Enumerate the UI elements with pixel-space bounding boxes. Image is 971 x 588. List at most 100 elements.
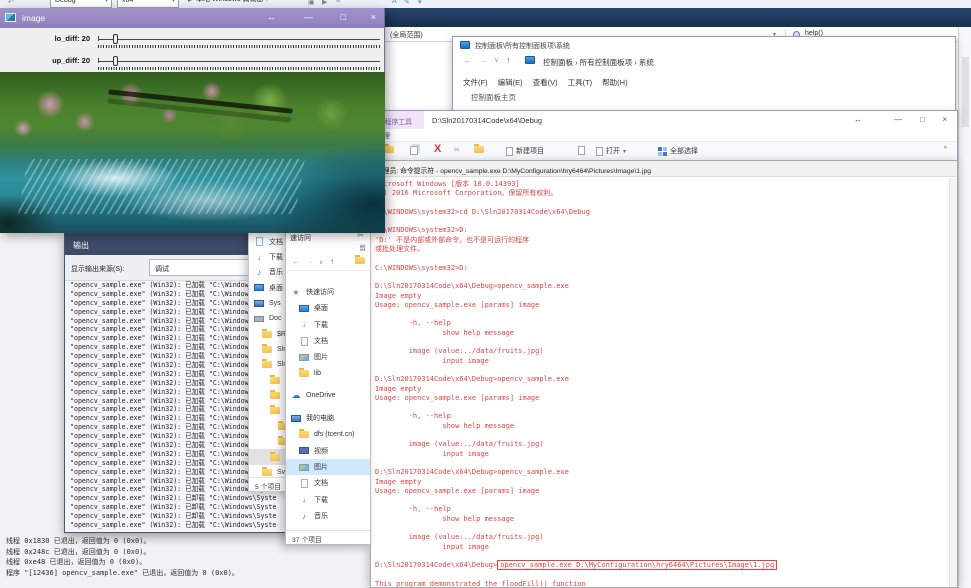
- chevron-down-icon[interactable]: ▾: [418, 0, 422, 6]
- item-label: 桌面: [314, 305, 328, 313]
- vs-run-button[interactable]: ▶ 本地 Windows 调试器 ▾: [188, 0, 268, 4]
- menu-item[interactable]: 编辑(E): [498, 77, 523, 88]
- debug-explorer-titlebar[interactable]: 用程序工具 D:\Sln20170314Code\x64\Debug ↔ — □…: [366, 111, 957, 129]
- folder-icon: [298, 368, 310, 378]
- vs-toolbar-icon[interactable]: ✎: [404, 0, 410, 6]
- cmd-output-line: [375, 431, 949, 440]
- copy-icon[interactable]: [410, 146, 418, 155]
- vs-title-band: [385, 8, 971, 27]
- select-all-button[interactable]: 全部选择: [658, 146, 698, 156]
- blank-page-icon[interactable]: [578, 146, 585, 155]
- window-title: 控制面板\所有控制面板项\系统: [475, 43, 570, 50]
- clipboard-label-fragment: 剪: [359, 245, 367, 252]
- cmd-output-line: 或批处理文件。: [375, 245, 424, 254]
- item-label: 下载: [314, 496, 328, 504]
- back-icon[interactable]: ←: [463, 55, 472, 65]
- list-item[interactable]: 文档: [286, 333, 370, 349]
- cmd-output-line: [375, 254, 949, 263]
- maximize-button[interactable]: □: [920, 115, 925, 124]
- cmd-output-line: Image empty: [375, 384, 422, 393]
- vs-config-dropdown[interactable]: Debug ▾: [50, 0, 112, 8]
- forward-icon[interactable]: →: [306, 257, 314, 266]
- menu-item[interactable]: 帮助(H): [602, 77, 627, 88]
- vs-toolbar-icon[interactable]: ▶: [322, 0, 327, 6]
- cmd-titlebar[interactable]: 管理员: 命令提示符 - opencv_sample.exe D:\MyConf…: [371, 161, 957, 177]
- window-title: 管理员: 命令提示符 - opencv_sample.exe D:\MyConf…: [376, 168, 652, 175]
- breadcrumb[interactable]: 控制面板 › 所有控制面板项 › 系统: [543, 57, 654, 68]
- list-item[interactable]: 图片: [286, 349, 370, 365]
- folder-icon: [298, 429, 310, 439]
- minimize-button[interactable]: —: [304, 12, 313, 22]
- cmd-output-line: [375, 496, 949, 505]
- chevron-down-icon[interactable]: ∨: [494, 56, 499, 64]
- address-folder-icon[interactable]: [355, 255, 365, 264]
- new-item-button[interactable]: 新建项目: [506, 146, 544, 156]
- trackbar-lo-diff-track[interactable]: [98, 39, 380, 40]
- list-item[interactable]: ★ 快速访问: [286, 284, 370, 300]
- new-item-label: 新建项目: [516, 148, 544, 155]
- vs-toolbar-icon[interactable]: ▣: [308, 0, 315, 6]
- list-item[interactable]: lib: [286, 365, 370, 381]
- list-item[interactable]: 图片: [286, 458, 370, 476]
- chevron-down-icon: ▾: [171, 0, 175, 4]
- folder-icon: [269, 390, 281, 400]
- delete-icon[interactable]: X: [434, 143, 441, 155]
- vs-toolbar-icon[interactable]: A: [392, 0, 397, 5]
- vs-toolbar-icon[interactable]: ≡: [336, 0, 340, 5]
- chevron-down-icon[interactable]: ∨: [319, 259, 323, 266]
- item-label: 音乐: [269, 269, 283, 277]
- collapse-ribbon-button[interactable]: ^: [944, 146, 947, 153]
- cut-icon[interactable]: ✂: [454, 146, 460, 154]
- cmd-scrollbar[interactable]: [949, 178, 957, 587]
- menu-item[interactable]: 查看(V): [533, 77, 558, 88]
- menu-item[interactable]: 工具(T): [568, 77, 593, 88]
- forward-icon[interactable]: →: [479, 55, 488, 65]
- folder-icon: [261, 467, 273, 476]
- cmd-output-line: input image: [375, 356, 489, 365]
- close-button[interactable]: ×: [371, 12, 376, 22]
- list-item[interactable]: 桌面: [286, 300, 370, 316]
- menu-item[interactable]: 文件(F): [463, 77, 488, 88]
- folder-icon: [261, 359, 273, 369]
- control-panel-titlebar[interactable]: 控制面板\所有控制面板项\系统: [453, 37, 955, 52]
- list-item[interactable]: ↓ 下载: [286, 317, 370, 333]
- computer-icon: [290, 414, 302, 422]
- folder-icon[interactable]: [474, 144, 484, 153]
- desktop-icon: [298, 304, 310, 312]
- maximize-button[interactable]: □: [341, 12, 346, 22]
- list-item[interactable]: dfs (tcent.cn): [286, 426, 370, 442]
- vs-scrollbar[interactable]: [958, 27, 971, 588]
- list-item[interactable]: 文档: [286, 475, 370, 491]
- select-all-icon: [658, 146, 667, 156]
- output-source-label: 显示输出来源(S):: [71, 266, 125, 273]
- vs-platform-dropdown[interactable]: x64 ▾: [117, 0, 179, 8]
- list-item[interactable]: ↓ 下载: [286, 492, 370, 508]
- debug-output-line: 线程 0x248c 已退出，返回值为 0 (0x0)。: [6, 547, 151, 556]
- cmd-output-line: C:\WINDOWS\system32>D:: [375, 263, 468, 272]
- tree-trunk: [108, 89, 293, 115]
- folder-icon: [269, 451, 281, 461]
- cmd-output-line: image (value:../data/fruits.jpg): [375, 347, 544, 356]
- trackbar-tick-strip: [98, 67, 380, 70]
- trackbar-lo-diff-handle[interactable]: [113, 34, 118, 44]
- trackbar-up-diff-track[interactable]: [98, 61, 380, 62]
- list-item[interactable]: 视频: [286, 443, 370, 459]
- trackbar-up-diff-handle[interactable]: [113, 56, 118, 66]
- back-icon[interactable]: ←: [292, 257, 300, 266]
- scrollbar-thumb[interactable]: [962, 57, 969, 127]
- control-panel-home-link[interactable]: 控制面板主页: [471, 92, 516, 103]
- list-item[interactable]: ☁ OneDrive: [286, 388, 370, 404]
- opencv-titlebar[interactable]: image ↔ — □ ×: [0, 8, 384, 28]
- pictures-icon: [298, 353, 310, 361]
- minimize-button[interactable]: —: [894, 115, 902, 124]
- close-button[interactable]: ×: [942, 115, 947, 124]
- cmd-output-line: [375, 273, 949, 282]
- up-icon[interactable]: ↑: [506, 55, 511, 65]
- up-icon[interactable]: ↑: [330, 257, 334, 266]
- vs-scope-dropdown[interactable]: (全局范围): [390, 30, 423, 40]
- list-item[interactable]: 我的电脑: [286, 410, 370, 426]
- list-item[interactable]: ♪ 音乐: [286, 508, 370, 524]
- folder-icon[interactable]: [384, 144, 394, 153]
- open-button[interactable]: 打开 ▾: [596, 146, 626, 156]
- undo-icon[interactable]: ↶: [8, 0, 14, 6]
